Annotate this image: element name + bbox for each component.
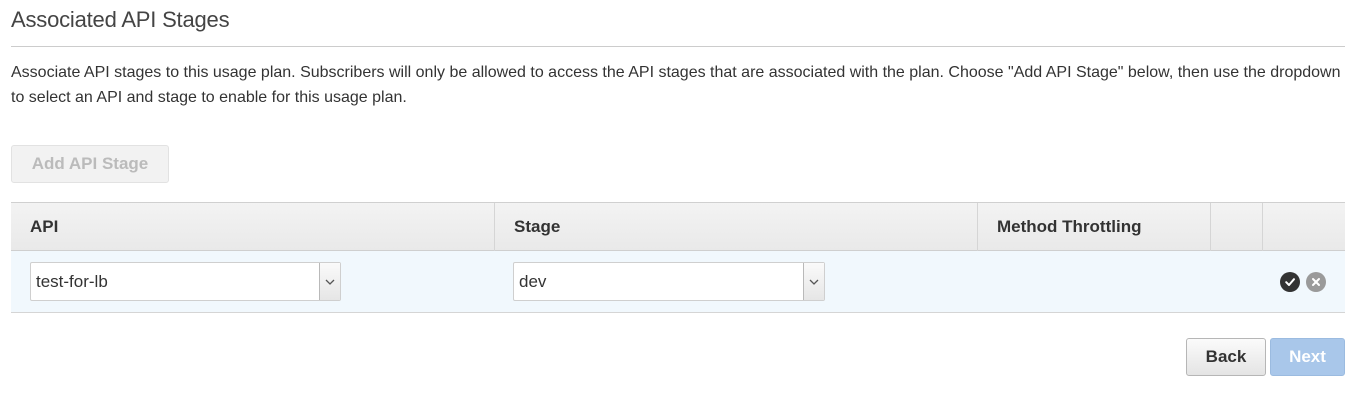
next-button-label: Next	[1289, 347, 1326, 366]
check-circle-icon[interactable]	[1280, 272, 1300, 292]
table-row: test-for-lb dev	[11, 251, 1345, 312]
chevron-down-icon[interactable]	[319, 263, 340, 300]
api-stages-table: API Stage Method Throttling test-for-lb …	[11, 202, 1345, 313]
usage-plan-stages-page: Associated API Stages Associate API stag…	[0, 0, 1364, 413]
api-select[interactable]: test-for-lb	[30, 262, 341, 301]
column-header-blank	[1211, 203, 1263, 251]
column-header-method-throttling: Method Throttling	[978, 203, 1211, 251]
x-circle-icon[interactable]	[1306, 272, 1326, 292]
column-header-api: API	[11, 203, 495, 251]
stage-select-value: dev	[519, 271, 547, 291]
back-button-label: Back	[1205, 347, 1247, 366]
stage-select[interactable]: dev	[513, 262, 825, 301]
column-header-actions	[1263, 203, 1345, 251]
add-api-stage-button[interactable]: Add API Stage	[11, 145, 169, 183]
next-button[interactable]: Next	[1270, 338, 1345, 376]
title-divider	[11, 46, 1345, 47]
column-header-stage: Stage	[495, 203, 978, 251]
section-description: Associate API stages to this usage plan.…	[11, 64, 1341, 106]
add-api-stage-label: Add API Stage	[31, 154, 149, 173]
api-select-value: test-for-lb	[36, 271, 108, 291]
back-button[interactable]: Back	[1186, 338, 1266, 376]
chevron-down-icon[interactable]	[803, 263, 824, 300]
section-title: Associated API Stages	[11, 7, 230, 32]
table-header: API Stage Method Throttling	[11, 202, 1345, 251]
